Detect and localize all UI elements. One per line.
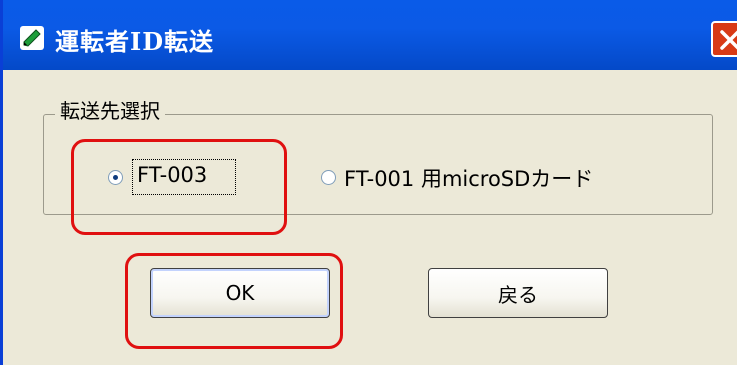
- pen-icon: [19, 25, 45, 51]
- back-button[interactable]: 戻る: [428, 268, 608, 318]
- close-icon: [720, 30, 737, 50]
- radio-selected-dot: [113, 175, 118, 180]
- radio-ft001-microsd-label[interactable]: FT-001 用microSDカード: [344, 163, 593, 193]
- ok-button[interactable]: OK: [150, 268, 330, 318]
- window-title: 運転者ID転送: [55, 27, 215, 56]
- radio-ft001-microsd[interactable]: [321, 170, 336, 185]
- dialog-window: 運転者ID転送 転送先選択 FT-003 FT-001 用microSDカード …: [0, 0, 737, 365]
- title-bar[interactable]: 運転者ID転送: [3, 0, 737, 70]
- close-button[interactable]: [711, 21, 737, 57]
- groupbox-label: 転送先選択: [55, 95, 165, 124]
- radio-ft003[interactable]: [108, 170, 123, 185]
- radio-ft003-label[interactable]: FT-003: [137, 163, 207, 187]
